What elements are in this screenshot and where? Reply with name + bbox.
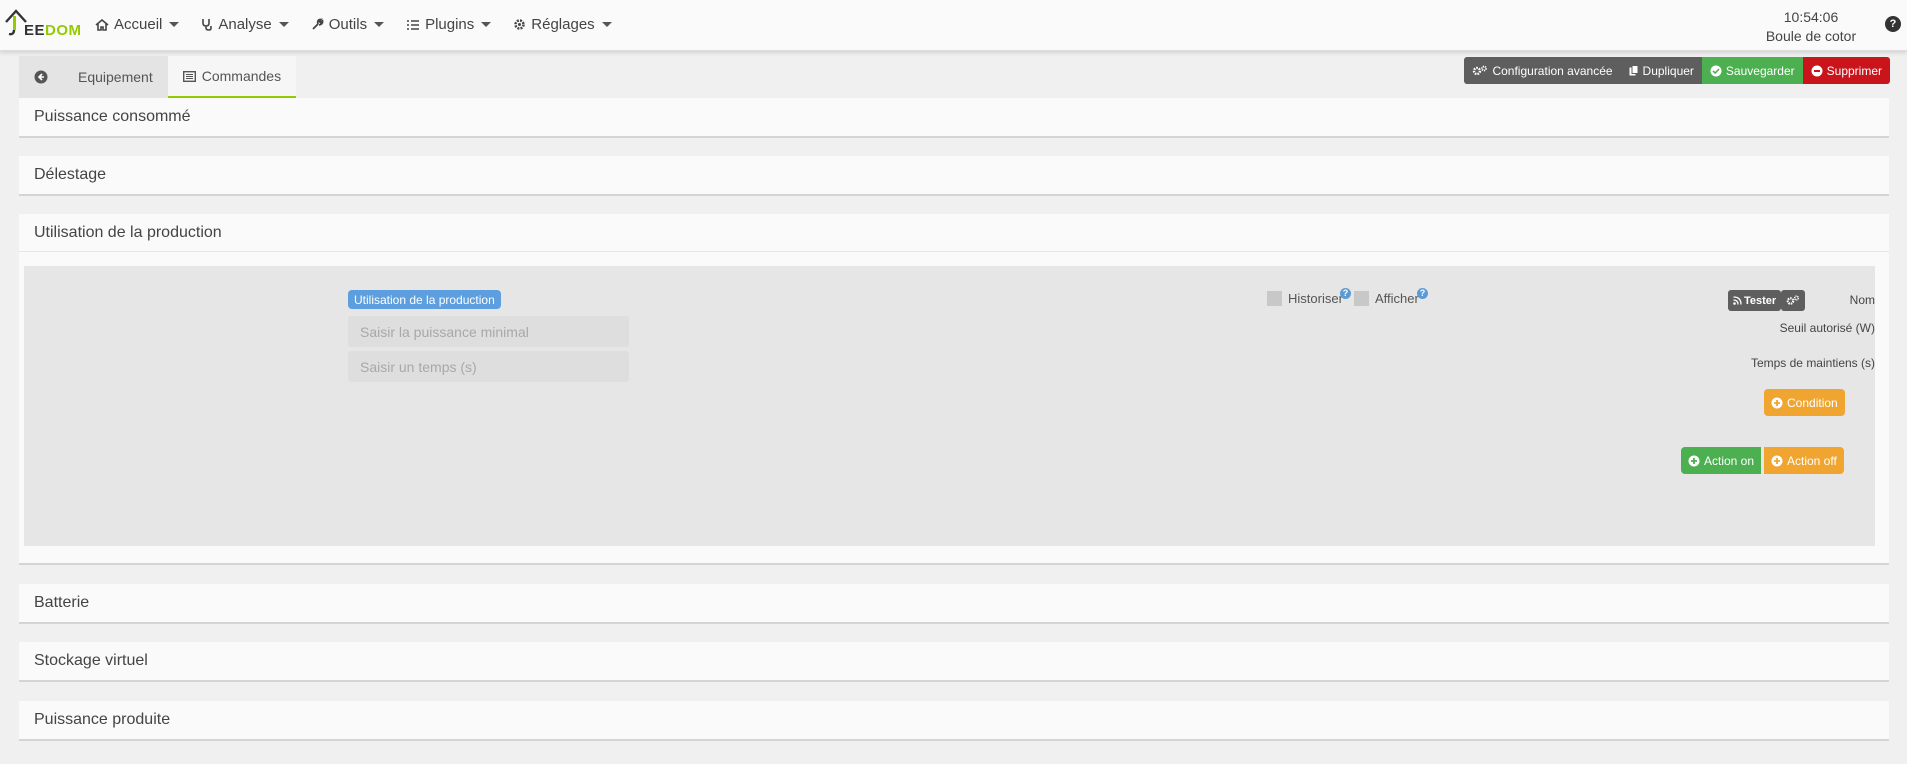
- menu-label: Analyse: [218, 16, 272, 33]
- add-action-on-button[interactable]: Action on: [1681, 447, 1762, 474]
- checkbox-label: Historiser: [1288, 291, 1343, 306]
- cogs-icon: [1473, 65, 1488, 75]
- wrench-icon: [312, 18, 324, 30]
- historiser-checkbox[interactable]: Historiser: [1267, 291, 1343, 306]
- home-icon: [95, 18, 109, 31]
- button-label: Dupliquer: [1642, 63, 1694, 78]
- panel-header[interactable]: Batterie: [19, 584, 1889, 622]
- panel-delestage: Délestage: [19, 156, 1889, 196]
- check-circle-icon: [1710, 65, 1722, 76]
- menu-label: Accueil: [114, 16, 163, 33]
- help-icon[interactable]: ?: [1885, 16, 1901, 32]
- cogs-icon: [1786, 295, 1800, 305]
- main-menu: Accueil Analyse Outils Plugins Réglages: [95, 16, 634, 33]
- add-condition-button[interactable]: Condition: [1764, 389, 1845, 416]
- temps-input[interactable]: [348, 351, 629, 382]
- stethoscope-icon: [202, 19, 213, 31]
- advanced-config-button[interactable]: Configuration avancée: [1464, 57, 1621, 84]
- list-alt-icon: [182, 70, 196, 82]
- button-label: Sauvegarder: [1725, 63, 1795, 78]
- checkbox-box[interactable]: [1354, 291, 1369, 306]
- panel-puissance-produite: Puissance produite: [19, 701, 1889, 741]
- menu-analyse[interactable]: Analyse: [201, 16, 289, 33]
- menu-reglages[interactable]: Réglages: [513, 16, 612, 33]
- afficher-checkbox[interactable]: Afficher: [1354, 291, 1419, 306]
- tab-equipement[interactable]: Equipement: [63, 56, 168, 98]
- panel-body: Nom Utilisation de la production Seuil a…: [24, 266, 1875, 546]
- button-label: Action off: [1787, 453, 1837, 468]
- question-circle-icon[interactable]: ?: [1417, 288, 1428, 299]
- equipment-tabs: Equipement Commandes: [19, 56, 297, 98]
- panel-header[interactable]: Utilisation de la production: [19, 214, 1889, 252]
- panel-batterie: Batterie: [19, 584, 1889, 624]
- caret-down-icon: [169, 22, 180, 27]
- caret-down-icon: [481, 22, 492, 27]
- plus-circle-icon: [1771, 397, 1783, 408]
- panel-header[interactable]: Délestage: [19, 156, 1889, 194]
- menu-accueil[interactable]: Accueil: [95, 16, 180, 33]
- user-name[interactable]: Boule de cotor: [1765, 27, 1857, 46]
- arrow-circle-left-icon: [34, 70, 48, 84]
- action-buttons: Configuration avancée Dupliquer Sauvegar…: [1464, 57, 1890, 84]
- caret-down-icon: [278, 22, 289, 27]
- tab-label: Commandes: [201, 68, 282, 84]
- menu-label: Outils: [328, 16, 368, 33]
- button-label: Condition: [1787, 395, 1838, 410]
- plus-circle-icon: [1688, 455, 1700, 466]
- button-label: Configuration avancée: [1492, 63, 1613, 78]
- temps-label: Temps de maintiens (s): [1750, 356, 1875, 370]
- caret-down-icon: [601, 22, 612, 27]
- seuil-label: Seuil autorisé (W): [1779, 321, 1875, 335]
- plus-circle-icon: [1771, 455, 1783, 466]
- nom-label: Nom: [1849, 293, 1875, 307]
- panel-header[interactable]: Stockage virtuel: [19, 642, 1889, 680]
- panel-header[interactable]: Puissance consommé: [19, 98, 1889, 136]
- menu-label: Réglages: [531, 16, 595, 33]
- logo-text: EEDOM: [24, 22, 82, 39]
- minus-circle-icon: [1811, 65, 1823, 76]
- button-label: Tester: [1744, 294, 1777, 307]
- tab-commandes[interactable]: Commandes: [167, 56, 297, 98]
- menu-label: Plugins: [425, 16, 475, 33]
- delete-button[interactable]: Supprimer: [1802, 57, 1890, 84]
- tester-button[interactable]: Tester: [1728, 290, 1782, 311]
- checkbox-box[interactable]: [1267, 291, 1282, 306]
- tab-label: Equipement: [78, 69, 153, 85]
- seuil-input[interactable]: [348, 316, 629, 347]
- clock-user-block: 10:54:06 Boule de cotor: [1765, 8, 1857, 46]
- button-label: Supprimer: [1826, 63, 1882, 78]
- clock-time: 10:54:06: [1783, 9, 1839, 25]
- checkbox-label: Afficher: [1375, 291, 1419, 306]
- panel-header[interactable]: Puissance produite: [19, 701, 1889, 739]
- gear-icon: [514, 19, 526, 30]
- menu-plugins[interactable]: Plugins: [406, 16, 492, 33]
- command-name-badge: Utilisation de la production: [348, 290, 501, 309]
- button-label: Action on: [1704, 453, 1755, 468]
- panel-utilisation-production: Utilisation de la production Nom Utilisa…: [19, 214, 1889, 565]
- top-navbar: EEDOM Accueil Analyse Outils Plugins Rég…: [0, 0, 1907, 51]
- duplicate-button[interactable]: Dupliquer: [1620, 57, 1702, 84]
- list-icon: [407, 19, 420, 30]
- add-action-off-button[interactable]: Action off: [1764, 447, 1844, 474]
- back-tab[interactable]: [19, 56, 63, 98]
- panel-stockage-virtuel: Stockage virtuel: [19, 642, 1889, 682]
- question-circle-icon[interactable]: ?: [1340, 288, 1351, 299]
- save-button[interactable]: Sauvegarder: [1701, 57, 1803, 84]
- jeedom-logo[interactable]: EEDOM: [4, 8, 81, 42]
- command-config-button[interactable]: [1781, 290, 1805, 311]
- menu-outils[interactable]: Outils: [311, 16, 385, 33]
- rss-icon: [1733, 296, 1742, 305]
- copy-icon: [1629, 64, 1639, 75]
- panel-puissance-consommee: Puissance consommé: [19, 98, 1889, 138]
- caret-down-icon: [374, 22, 385, 27]
